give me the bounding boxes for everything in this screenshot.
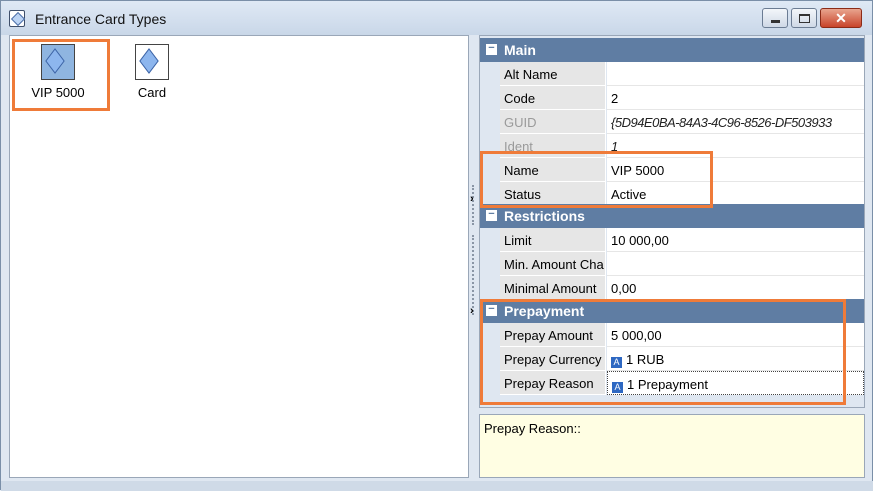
property-row[interactable]: Name VIP 5000 xyxy=(480,158,864,182)
property-name: Status xyxy=(500,182,606,206)
collapse-icon[interactable]: − xyxy=(486,209,497,221)
reference-value: 1 RUB xyxy=(626,352,665,367)
card-type-icon xyxy=(41,44,75,80)
description-text: Prepay Reason:: xyxy=(484,421,581,436)
property-row[interactable]: Ident 1 xyxy=(480,134,864,158)
collapse-icon[interactable]: − xyxy=(486,304,497,316)
maximize-icon xyxy=(799,14,810,23)
reference-icon: A xyxy=(611,357,622,368)
minimize-icon xyxy=(771,20,780,23)
category-label: Restrictions xyxy=(504,208,585,224)
splitter-arrow-icon[interactable]: › xyxy=(470,193,474,205)
property-value[interactable] xyxy=(607,62,864,86)
category-label: Prepayment xyxy=(504,303,585,319)
window-controls: ✕ xyxy=(762,8,862,30)
property-row[interactable]: Min. Amount Cha xyxy=(480,252,864,276)
property-row[interactable]: Prepay Amount 5 000,00 xyxy=(480,323,864,347)
tile-label: Card xyxy=(137,85,167,100)
property-name: Ident xyxy=(500,134,606,158)
close-icon: ✕ xyxy=(835,10,847,26)
category-prepayment[interactable]: − Prepayment xyxy=(480,299,864,323)
property-row[interactable]: Prepay Currency A 1 RUB xyxy=(480,347,864,371)
minimize-button[interactable] xyxy=(762,8,788,28)
splitter-grip xyxy=(472,235,475,315)
maximize-button[interactable] xyxy=(791,8,817,28)
property-row[interactable]: Code 2 xyxy=(480,86,864,110)
property-value: {5D94E0BA-84A3-4C96-8526-DF503933 xyxy=(607,110,864,134)
card-type-list[interactable]: VIP 5000 Card xyxy=(9,35,469,478)
property-row[interactable]: GUID {5D94E0BA-84A3-4C96-8526-DF503933 xyxy=(480,110,864,134)
property-row[interactable]: Prepay Reason A 1 Prepayment xyxy=(480,371,864,395)
tile-label: VIP 5000 xyxy=(31,85,85,100)
property-name: Prepay Reason xyxy=(500,371,606,395)
category-label: Main xyxy=(504,42,536,58)
close-button[interactable]: ✕ xyxy=(820,8,862,28)
property-name: Name xyxy=(500,158,606,182)
property-name: Limit xyxy=(500,228,606,252)
pane-splitter[interactable]: › › xyxy=(469,35,479,478)
property-value[interactable] xyxy=(607,252,864,276)
property-name: Minimal Amount xyxy=(500,276,606,300)
property-name: Prepay Currency xyxy=(500,347,606,371)
property-value: 1 xyxy=(607,134,864,158)
property-row[interactable]: Alt Name xyxy=(480,62,864,86)
category-main[interactable]: − Main xyxy=(480,38,864,62)
collapse-icon[interactable]: − xyxy=(486,43,497,55)
category-restrictions[interactable]: − Restrictions xyxy=(480,204,864,228)
property-description: Prepay Reason:: xyxy=(479,414,865,478)
property-value[interactable]: A 1 Prepayment xyxy=(607,371,864,395)
property-value[interactable]: 0,00 xyxy=(607,276,864,300)
tile-vip-5000[interactable]: VIP 5000 xyxy=(18,38,98,100)
property-row[interactable]: Status Active xyxy=(480,182,864,206)
property-value[interactable]: 5 000,00 xyxy=(607,323,864,347)
title-bar[interactable]: Entrance Card Types ✕ xyxy=(1,1,872,35)
property-row[interactable]: Limit 10 000,00 xyxy=(480,228,864,252)
property-value[interactable]: Active xyxy=(607,182,864,206)
window-icon xyxy=(9,10,25,27)
window-title: Entrance Card Types xyxy=(35,11,167,27)
property-name: GUID xyxy=(500,110,606,134)
splitter-grip xyxy=(472,185,475,225)
main-window: Entrance Card Types ✕ VIP 5000 Card › › … xyxy=(0,0,873,491)
card-type-icon xyxy=(135,44,169,80)
reference-value: 1 Prepayment xyxy=(627,377,708,392)
property-name: Min. Amount Cha xyxy=(500,252,606,276)
property-value[interactable]: VIP 5000 xyxy=(607,158,864,182)
tile-card[interactable]: Card xyxy=(112,38,192,100)
property-value[interactable]: 2 xyxy=(607,86,864,110)
property-name: Alt Name xyxy=(500,62,606,86)
property-row[interactable]: Minimal Amount 0,00 xyxy=(480,276,864,300)
splitter-arrow-icon[interactable]: › xyxy=(470,305,474,317)
property-value[interactable]: A 1 RUB xyxy=(607,347,864,371)
property-value[interactable]: 10 000,00 xyxy=(607,228,864,252)
property-name: Code xyxy=(500,86,606,110)
property-name: Prepay Amount xyxy=(500,323,606,347)
property-grid: − Main Alt Name Code 2 GUID {5D94E0BA-84… xyxy=(479,35,865,408)
reference-icon: A xyxy=(612,382,623,393)
